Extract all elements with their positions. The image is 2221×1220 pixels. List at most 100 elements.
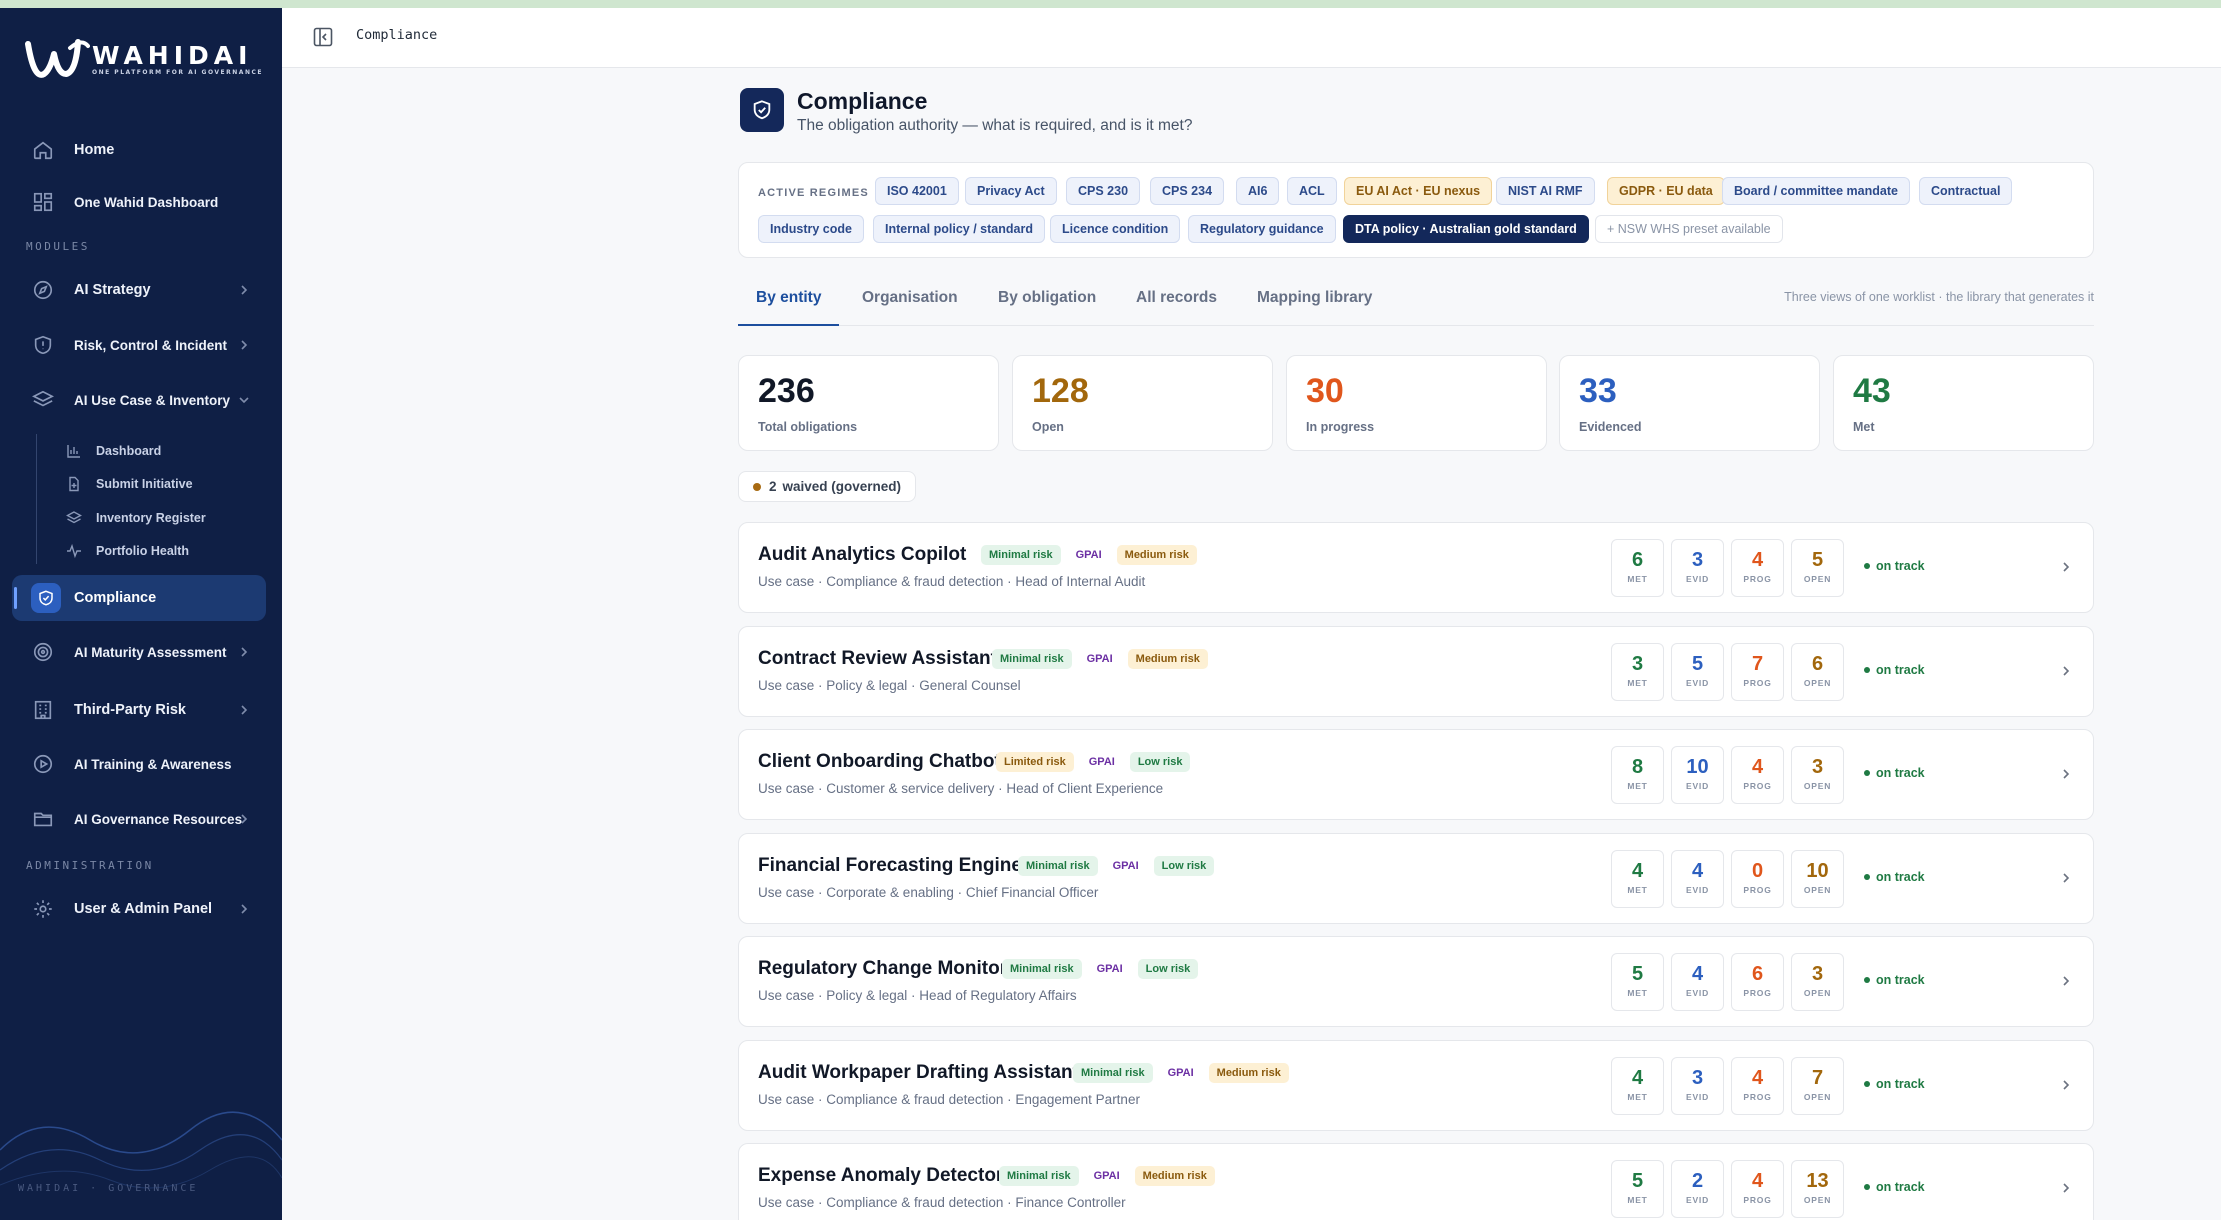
subnav-submit-initiative[interactable]: Submit Initiative bbox=[66, 473, 193, 495]
tab-all-records[interactable]: All records bbox=[1136, 282, 1217, 326]
nav-third-party-risk[interactable]: Third-Party Risk bbox=[12, 687, 266, 733]
nav-ai-use-case-inventory[interactable]: AI Use Case & Inventory bbox=[12, 377, 266, 423]
entity-tags: Minimal risk GPAI Low risk bbox=[1002, 959, 1205, 979]
count-label: EVID bbox=[1685, 1091, 1710, 1102]
entity-row[interactable]: Audit Workpaper Drafting Assistant Minima… bbox=[738, 1039, 2094, 1131]
stat-open[interactable]: 128 Open bbox=[1012, 355, 1273, 451]
brand-name: WAHIDAI bbox=[92, 40, 253, 70]
tab-by-obligation[interactable]: By obligation bbox=[998, 282, 1096, 326]
regime-chip[interactable]: GDPR · EU data bbox=[1607, 177, 1725, 205]
entity-row[interactable]: Regulatory Change Monitor Minimal risk GPA… bbox=[738, 936, 2094, 1027]
entity-name: Expense Anomaly Detector bbox=[758, 1165, 1004, 1186]
count-label: MET bbox=[1627, 884, 1648, 895]
nav-one-wahid-dashboard[interactable]: One Wahid Dashboard bbox=[12, 179, 266, 225]
entity-meta: Use case · Policy & legal · General Coun… bbox=[758, 677, 1021, 693]
waived-label: waived (governed) bbox=[782, 479, 902, 494]
chevron-right-icon[interactable] bbox=[2059, 974, 2073, 988]
stat-met[interactable]: 43 Met bbox=[1833, 355, 2094, 451]
regime-chip[interactable]: Regulatory guidance bbox=[1188, 215, 1336, 243]
chevron-right-icon bbox=[241, 285, 248, 295]
brand-logo[interactable]: WAHIDAI ONE PLATFORM FOR AI GOVERNANCE bbox=[24, 34, 263, 84]
count-value: 6 bbox=[1631, 549, 1644, 571]
regime-chip[interactable]: ISO 42001 bbox=[875, 177, 959, 205]
count-met: 6 MET bbox=[1611, 539, 1664, 597]
tab-mapping-library[interactable]: Mapping library bbox=[1257, 282, 1372, 326]
count-label: MET bbox=[1627, 1195, 1648, 1205]
nav-risk-control-incident[interactable]: Risk, Control & Incident bbox=[12, 322, 266, 368]
regime-chip-selected[interactable]: DTA policy · Australian gold standard bbox=[1343, 215, 1589, 243]
regime-chip[interactable]: Industry code bbox=[758, 215, 864, 243]
chevron-right-icon[interactable] bbox=[2059, 767, 2073, 781]
entity-name: Audit Workpaper Drafting Assistant bbox=[758, 1061, 1079, 1083]
subnav-portfolio-health[interactable]: Portfolio Health bbox=[66, 540, 189, 562]
count-prog: 4 PROG bbox=[1731, 1056, 1784, 1115]
regime-chip[interactable]: Licence condition bbox=[1050, 215, 1181, 243]
active-regimes-label: ACTIVE REGIMES bbox=[758, 187, 869, 199]
nav-user-admin-panel[interactable]: User & Admin Panel bbox=[12, 886, 266, 932]
nav-home[interactable]: Home bbox=[12, 127, 266, 173]
entity-row[interactable]: Expense Anomaly Detector Minimal risk GPAI… bbox=[738, 1143, 2094, 1220]
stat-evidenced[interactable]: 33 Evidenced bbox=[1559, 355, 1820, 451]
collapse-sidebar-icon[interactable] bbox=[312, 26, 334, 48]
count-evid: 3 EVID bbox=[1671, 539, 1724, 597]
stat-in-progress[interactable]: 30 In progress bbox=[1286, 355, 1547, 451]
count-open: 6 OPEN bbox=[1791, 642, 1844, 701]
status-text: on track bbox=[1876, 869, 1925, 884]
count-met: 5 MET bbox=[1611, 1160, 1664, 1218]
nav-ai-governance-resources[interactable]: AI Governance Resources bbox=[12, 796, 266, 842]
regime-chip[interactable]: CPS 234 bbox=[1150, 177, 1225, 205]
entity-name: Financial Forecasting Engine bbox=[758, 854, 1022, 876]
stat-value: 128 bbox=[1032, 372, 1089, 410]
risk-tag: Low risk bbox=[1153, 855, 1215, 876]
stat-total-obligations[interactable]: 236 Total obligations bbox=[738, 355, 999, 451]
entity-row[interactable]: Contract Review Assistant Minimal risk GPA… bbox=[738, 625, 2094, 717]
regime-chip[interactable]: Board / committee mandate bbox=[1722, 177, 1910, 205]
regime-chip[interactable]: Internal policy / standard bbox=[873, 215, 1045, 243]
entity-row[interactable]: Client Onboarding Chatbot Limited risk GPA… bbox=[738, 729, 2094, 820]
subnav-inventory-register[interactable]: Inventory Register bbox=[66, 507, 206, 529]
risk-tag: GPAI bbox=[1067, 545, 1110, 565]
chevron-right-icon[interactable] bbox=[2059, 1181, 2073, 1195]
risk-tag: Medium risk bbox=[1208, 1062, 1289, 1083]
risk-tag: GPAI bbox=[1080, 752, 1123, 772]
tab-organisation[interactable]: Organisation bbox=[862, 282, 958, 326]
chevron-right-icon bbox=[241, 904, 248, 914]
count-value: 4 bbox=[1751, 756, 1764, 778]
nav-compliance[interactable]: Compliance bbox=[12, 575, 266, 621]
regime-chip[interactable]: AI6 bbox=[1236, 177, 1280, 205]
entity-row[interactable]: Financial Forecasting Engine Minimal risk… bbox=[738, 832, 2094, 924]
regime-chip[interactable]: CPS 230 bbox=[1066, 177, 1141, 205]
count-prog: 0 PROG bbox=[1731, 849, 1784, 908]
count-label: PROG bbox=[1743, 781, 1772, 791]
count-open: 3 OPEN bbox=[1791, 953, 1844, 1011]
chevron-right-icon[interactable] bbox=[2059, 871, 2073, 885]
count-label: OPEN bbox=[1803, 574, 1832, 584]
entity-row[interactable]: Audit Analytics Copilot Minimal risk GPAI M… bbox=[738, 522, 2094, 613]
chevron-right-icon[interactable] bbox=[2059, 1078, 2073, 1092]
entity-meta: Use case · Customer & service delivery ·… bbox=[758, 781, 1164, 796]
waived-badge[interactable]: 2 waived (governed) bbox=[738, 471, 917, 502]
breadcrumb: Compliance bbox=[356, 27, 438, 43]
count-value: 4 bbox=[1751, 1170, 1764, 1192]
count-value: 5 bbox=[1631, 1170, 1644, 1192]
chevron-right-icon[interactable] bbox=[2059, 664, 2073, 678]
regime-chip[interactable]: Contractual bbox=[1919, 177, 2013, 205]
count-label: MET bbox=[1627, 781, 1648, 791]
regime-chip[interactable]: Privacy Act bbox=[965, 177, 1057, 205]
status-text: on track bbox=[1876, 662, 1925, 677]
count-value: 3 bbox=[1811, 963, 1824, 985]
nav-ai-strategy[interactable]: AI Strategy bbox=[12, 267, 266, 313]
count-value: 5 bbox=[1811, 549, 1824, 571]
regime-chip[interactable]: ACL bbox=[1287, 177, 1337, 205]
regime-chip[interactable]: EU AI Act · EU nexus bbox=[1344, 177, 1493, 205]
regime-chip[interactable]: NIST AI RMF bbox=[1496, 177, 1595, 205]
count-label: OPEN bbox=[1803, 1195, 1832, 1205]
nav-ai-training-awareness[interactable]: AI Training & Awareness bbox=[12, 741, 266, 787]
subnav-dashboard[interactable]: Dashboard bbox=[66, 440, 161, 462]
chevron-right-icon[interactable] bbox=[2059, 560, 2073, 574]
nav-ai-maturity-assessment[interactable]: AI Maturity Assessment bbox=[12, 629, 266, 675]
count-value: 6 bbox=[1751, 963, 1764, 985]
play-circle-icon bbox=[33, 754, 53, 774]
tab-by-entity[interactable]: By entity bbox=[738, 282, 840, 326]
nsw-whs-preset-chip[interactable]: + NSW WHS preset available bbox=[1595, 215, 1783, 243]
